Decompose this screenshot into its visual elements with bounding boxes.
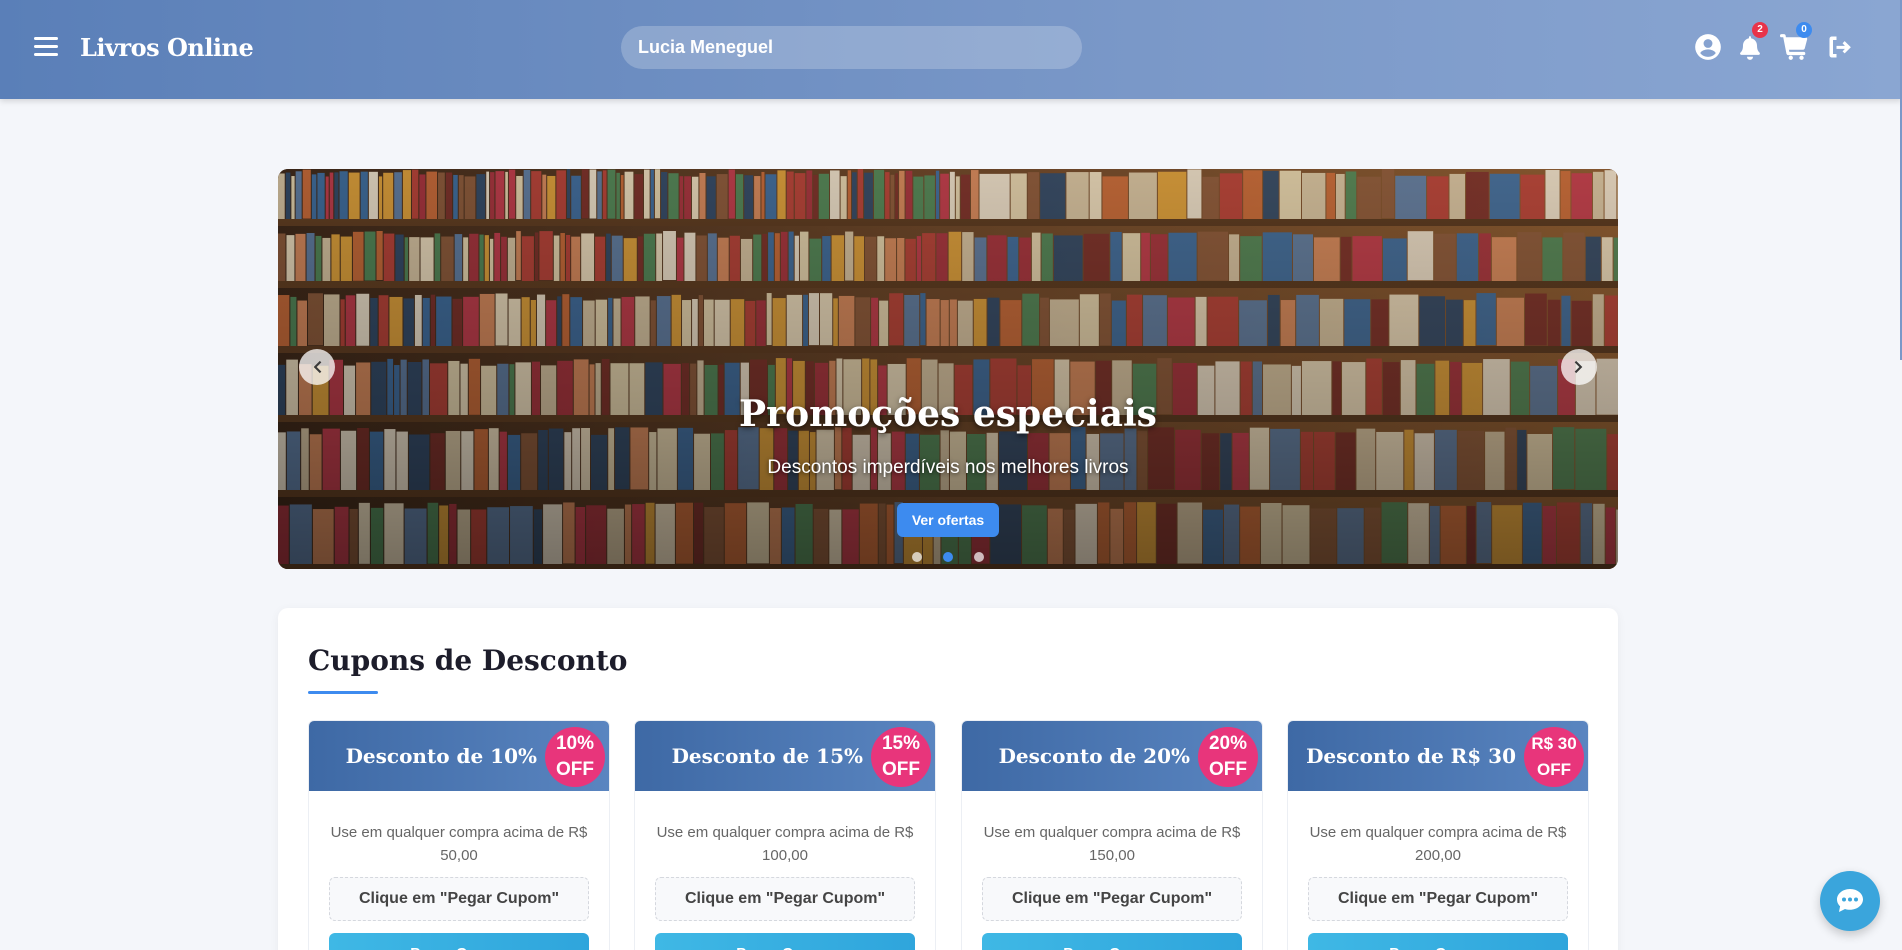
coupon-title: Desconto de 10% (345, 744, 537, 768)
menu-icon[interactable] (34, 37, 58, 59)
brand-logo[interactable]: Livros Online (80, 33, 254, 62)
user-icon[interactable] (1694, 33, 1722, 61)
coupon-title: Desconto de 20% (998, 744, 1190, 768)
chevron-left-icon (313, 360, 322, 374)
carousel-title: Promoções especiais (739, 393, 1157, 435)
coupon-code-box: Clique em "Pegar Cupom" (329, 877, 589, 921)
bell-icon[interactable]: 2 (1736, 22, 1768, 61)
carousel-subtitle: Descontos imperdíveis nos melhores livro… (767, 457, 1129, 478)
coupons-section: Cupons de Desconto Desconto de 10% 10% OF… (278, 608, 1618, 950)
coupon-title: Desconto de R$ 30 (1306, 744, 1516, 768)
coupon-discount-badge: 10% OFF (545, 727, 605, 787)
notification-count-badge: 2 (1752, 22, 1768, 38)
carousel-dot[interactable] (943, 552, 953, 562)
cart-count-badge: 0 (1796, 22, 1812, 38)
carousel-dot[interactable] (912, 552, 922, 562)
coupon-description: Use em qualquer compra acima de R$ 200,0… (1309, 824, 1567, 864)
coupon-description: Use em qualquer compra acima de R$ 50,00 (330, 824, 588, 864)
chat-button[interactable] (1820, 871, 1880, 931)
coupon-card: Desconto de 10% 10% OFF Use em qualquer c… (308, 720, 610, 950)
coupon-discount-badge: R$ 30 OFF (1524, 727, 1584, 787)
coupon-discount-badge: 15% OFF (871, 727, 931, 787)
get-coupon-button[interactable]: Pegar Cupom (1308, 933, 1568, 950)
carousel-prev-button[interactable] (299, 349, 335, 385)
coupon-code-box: Clique em "Pegar Cupom" (1308, 877, 1568, 921)
coupon-title: Desconto de 15% (671, 744, 863, 768)
coupon-description: Use em qualquer compra acima de R$ 150,0… (983, 824, 1241, 864)
logout-icon[interactable] (1826, 33, 1854, 61)
coupon-description: Use em qualquer compra acima de R$ 100,0… (656, 824, 914, 864)
coupon-discount-badge: 20% OFF (1198, 727, 1258, 787)
search-input[interactable] (621, 26, 1082, 69)
section-title: Cupons de Desconto (308, 644, 628, 677)
hero-carousel: Promoções especiais Descontos imperdívei… (278, 169, 1618, 569)
get-coupon-button[interactable]: Pegar Cupom (329, 933, 589, 950)
title-underline (308, 691, 378, 694)
coupon-card: Desconto de R$ 30 R$ 30 OFF Use em qualqu… (1287, 720, 1589, 950)
see-offers-button[interactable]: Ver ofertas (897, 503, 999, 537)
coupon-card: Desconto de 20% 20% OFF Use em qualquer c… (961, 720, 1263, 950)
cart-icon[interactable]: 0 (1780, 22, 1812, 61)
get-coupon-button[interactable]: Pegar Cupom (655, 933, 915, 950)
chevron-right-icon (1574, 360, 1583, 374)
carousel-indicators (278, 552, 1618, 562)
chat-icon (1837, 889, 1863, 912)
coupon-card: Desconto de 15% 15% OFF Use em qualquer c… (634, 720, 936, 950)
coupon-code-box: Clique em "Pegar Cupom" (982, 877, 1242, 921)
top-header: Livros Online 2 0 (0, 0, 1902, 99)
carousel-dot[interactable] (974, 552, 984, 562)
coupon-code-box: Clique em "Pegar Cupom" (655, 877, 915, 921)
carousel-next-button[interactable] (1561, 349, 1597, 385)
get-coupon-button[interactable]: Pegar Cupom (982, 933, 1242, 950)
